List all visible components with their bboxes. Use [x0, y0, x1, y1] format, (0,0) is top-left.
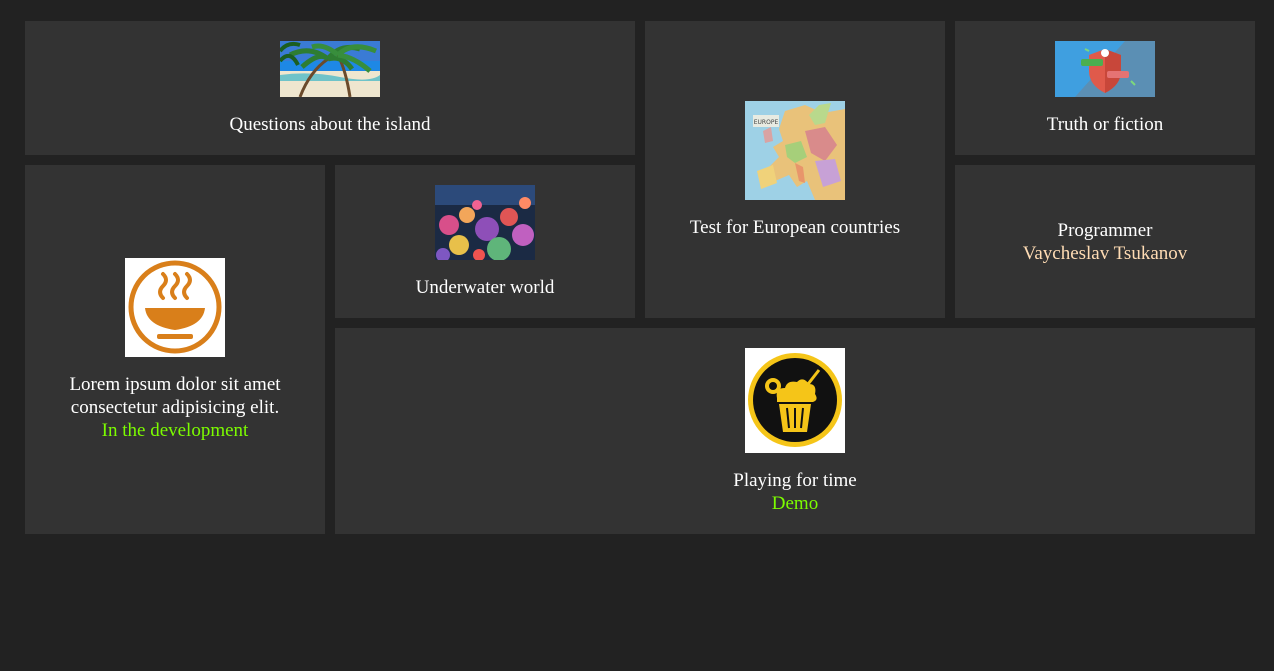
tile-truth-title: Truth or fiction — [1046, 113, 1164, 135]
tile-island-title: Questions about the island — [229, 113, 431, 135]
shield-image — [1055, 40, 1155, 97]
tile-playing-title: Playing for time — [733, 469, 857, 491]
tile-europe-title: Test for European countries — [689, 216, 901, 238]
tile-island-quiz[interactable]: Questions about the island — [25, 21, 635, 155]
palm-beach-image — [280, 40, 380, 97]
tile-underwater-world[interactable]: Underwater world — [335, 165, 635, 318]
tile-programmer-credit: Programmer Vaycheslav Tsukanov — [955, 165, 1255, 318]
drink-cup-icon — [745, 347, 845, 453]
tile-europe-test[interactable]: EUROPE Test for European countries — [645, 21, 945, 318]
status-in-development: In the development — [101, 419, 249, 441]
europe-map-image: EUROPE — [745, 100, 845, 200]
programmer-name: Vaycheslav Tsukanov — [1022, 242, 1188, 264]
programmer-label: Programmer — [1057, 219, 1153, 241]
tile-lorem-line2: consectetur adipisicing elit. — [70, 396, 280, 418]
tile-playing-for-time[interactable]: Playing for time Demo — [335, 328, 1255, 534]
tile-lorem-in-development[interactable]: Lorem ipsum dolor sit amet consectetur a… — [25, 165, 325, 534]
svg-text:EUROPE: EUROPE — [754, 119, 779, 126]
tile-underwater-title: Underwater world — [415, 276, 555, 298]
status-demo: Demo — [771, 492, 819, 514]
tile-truth-or-fiction[interactable]: Truth or fiction — [955, 21, 1255, 155]
tile-lorem-line1: Lorem ipsum dolor sit amet — [69, 373, 281, 395]
coral-reef-image — [435, 184, 535, 260]
soup-bowl-icon — [125, 257, 225, 357]
